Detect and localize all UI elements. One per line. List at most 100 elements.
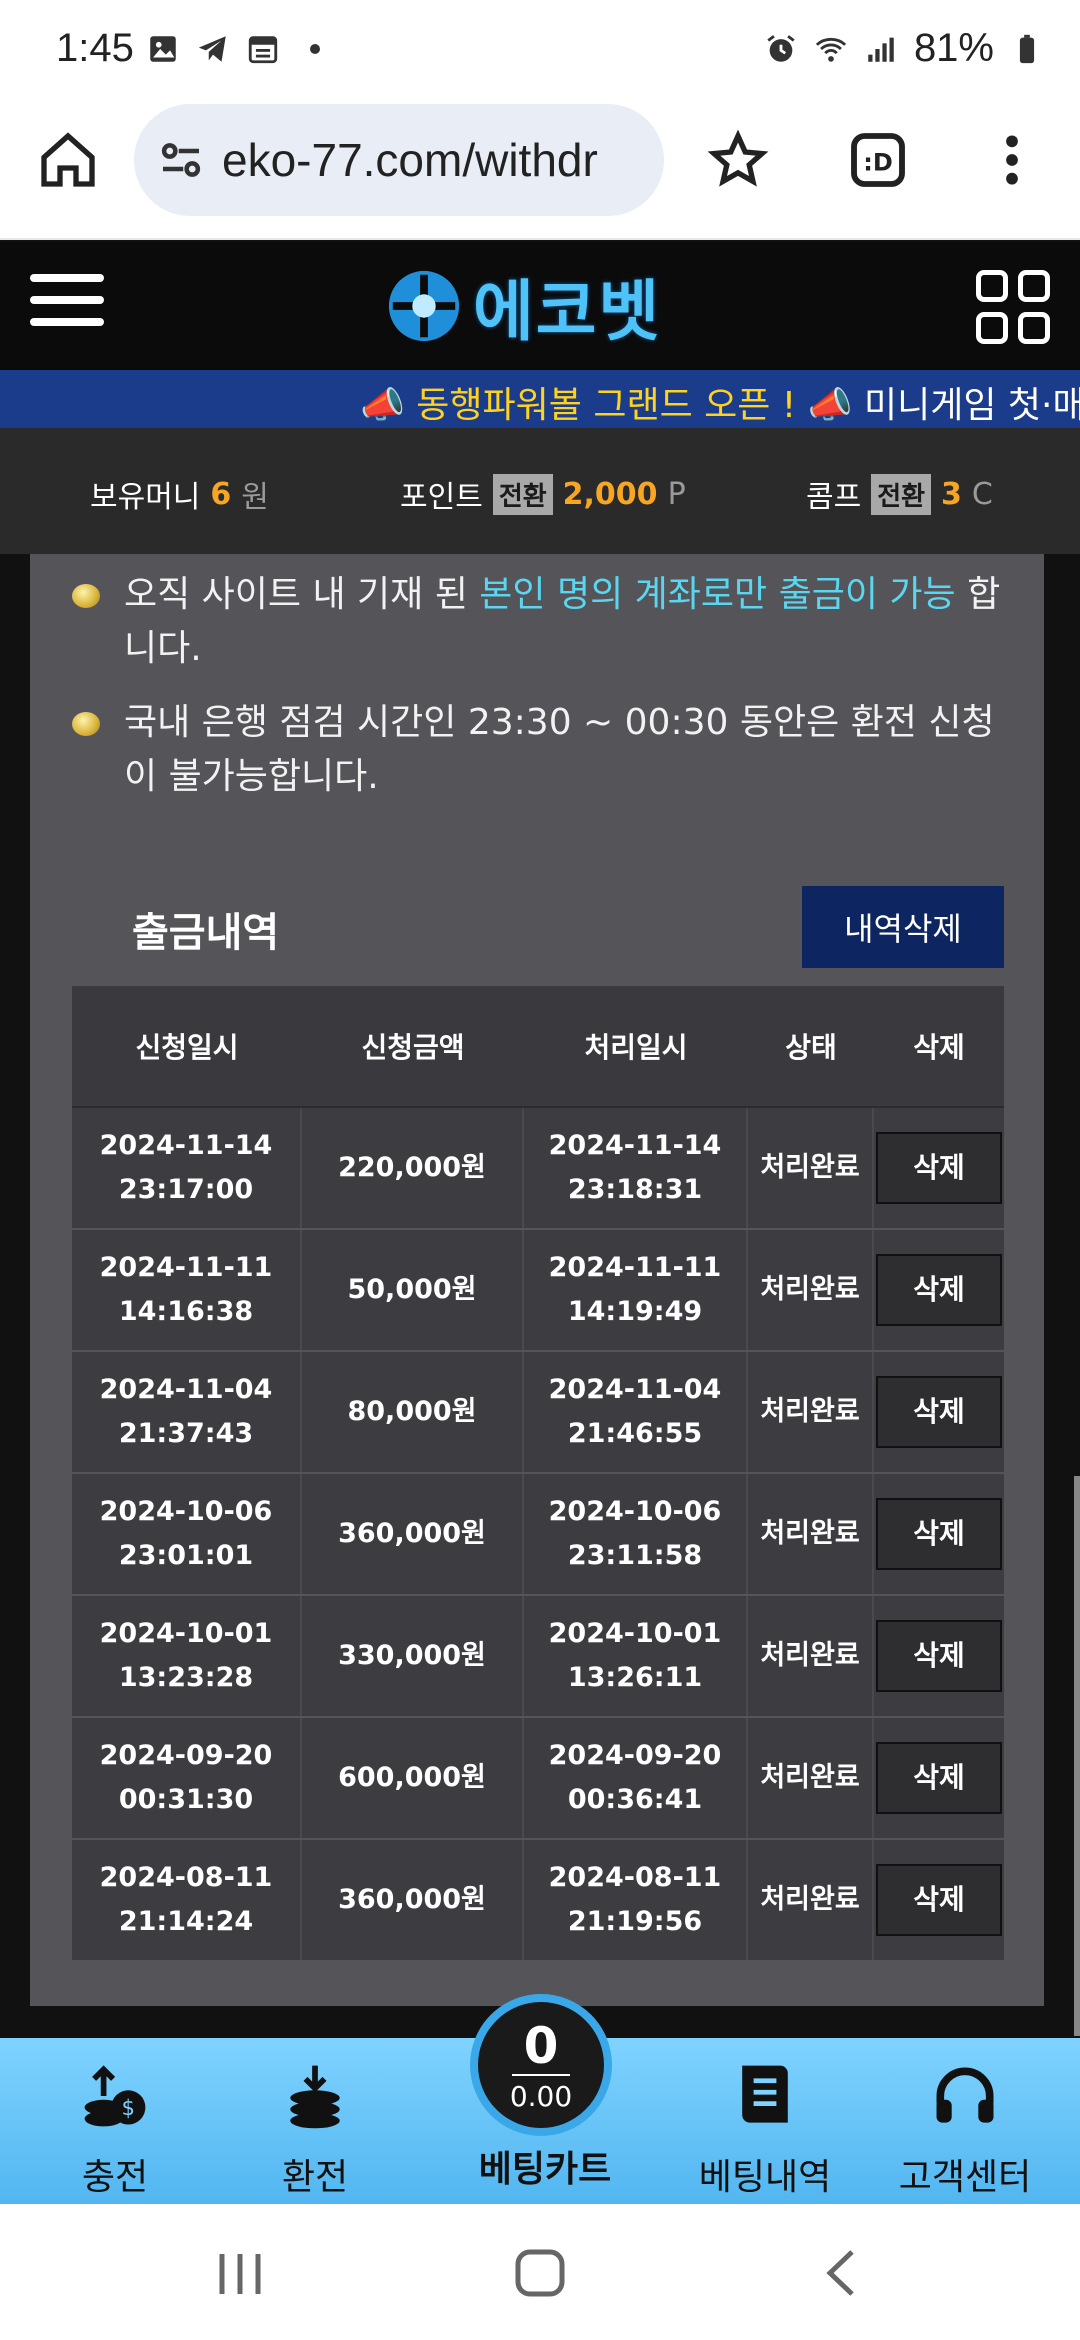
table-row: 2024-10-06 23:01:01 360,000원 2024-10-06 23:1… — [72, 1474, 1004, 1596]
status-text: 처리완료 — [748, 1840, 874, 1960]
telegram-icon — [198, 36, 226, 62]
status-text: 처리완료 — [748, 1352, 874, 1472]
tab-switcher-icon[interactable]: :D — [846, 128, 910, 192]
delete-row-button[interactable]: 삭제 — [876, 1376, 1002, 1448]
balance-bar: 보유머니 6 원 포인트 전환 2,000 P 콤프 전환 3 C — [0, 428, 1080, 554]
delete-row-button[interactable]: 삭제 — [876, 1620, 1002, 1692]
delete-row-button[interactable]: 삭제 — [876, 1742, 1002, 1814]
table-row: 2024-11-04 21:37:43 80,000원 2024-11-04 21:46… — [72, 1352, 1004, 1474]
url-text[interactable]: eko-77.com/withdr — [222, 133, 598, 187]
delete-row-button[interactable]: 삭제 — [876, 1132, 1002, 1204]
delete-all-history-button[interactable]: 내역삭제 — [802, 886, 1004, 968]
nav-withdraw[interactable]: 환전 — [230, 2058, 400, 2200]
nav-support[interactable]: 고객센터 — [880, 2058, 1050, 2200]
alarm-icon — [767, 34, 795, 62]
history-title: 출금내역 — [132, 910, 280, 956]
processed-datetime: 2024-11-14 23:18:31 — [524, 1108, 748, 1228]
request-amount: 360,000원 — [302, 1474, 524, 1594]
bet-cart-count: 0 — [511, 2018, 571, 2076]
notice-ticker: 📣 동행파워볼 그랜드 오픈 ! 📣 미니게임 첫·매충 — [0, 370, 1080, 428]
point-balance: 포인트 전환 2,000 P — [400, 472, 686, 516]
svg-text:$: $ — [122, 2096, 135, 2120]
comp-convert-button[interactable]: 전환 — [871, 473, 932, 515]
home-icon[interactable] — [36, 128, 100, 192]
request-datetime: 2024-10-06 23:01:01 — [72, 1474, 302, 1594]
delete-row-button[interactable]: 삭제 — [876, 1864, 1002, 1936]
recent-apps-icon[interactable] — [210, 2248, 270, 2298]
processed-datetime: 2024-11-04 21:46:55 — [524, 1352, 748, 1472]
table-row: 2024-11-14 23:17:00 220,000원 2024-11-14 23:1… — [72, 1108, 1004, 1230]
battery-icon — [1019, 34, 1035, 63]
home-button-icon[interactable] — [510, 2248, 570, 2298]
request-datetime: 2024-11-04 21:37:43 — [72, 1352, 302, 1472]
request-amount: 330,000원 — [302, 1596, 524, 1716]
table-row: 2024-08-11 21:14:24 360,000원 2024-08-11 21:1… — [72, 1840, 1004, 1962]
request-amount: 220,000원 — [302, 1108, 524, 1228]
comp-balance: 콤프 전환 3 C — [806, 472, 993, 516]
withdraw-history-table: 신청일시 신청금액 처리일시 상태 삭제 2024-11-14 23:17:00 2… — [72, 986, 1004, 1962]
status-text: 처리완료 — [748, 1230, 874, 1350]
nav-deposit[interactable]: $ 충전 — [30, 2058, 200, 2200]
request-amount: 600,000원 — [302, 1718, 524, 1838]
bookmark-star-icon[interactable] — [706, 128, 770, 192]
address-bar[interactable]: eko-77.com/withdr — [134, 104, 664, 216]
back-icon[interactable] — [812, 2248, 872, 2298]
system-navigation-bar — [0, 2204, 1080, 2340]
site-settings-icon[interactable] — [154, 133, 208, 187]
request-amount: 360,000원 — [302, 1840, 524, 1960]
delete-cell: 삭제 — [874, 1840, 1004, 1960]
money-value: 6 — [210, 476, 232, 512]
bet-cart-label[interactable]: 베팅카트 — [470, 2140, 620, 2192]
wifi-icon — [815, 37, 847, 62]
ticker-item: 미니게임 첫·매충 — [863, 385, 1080, 426]
table-row: 2024-10-01 13:23:28 330,000원 2024-10-01 13:2… — [72, 1596, 1004, 1718]
signal-icon — [868, 37, 894, 62]
hamburger-menu-icon[interactable] — [30, 274, 104, 334]
status-text: 처리완료 — [748, 1596, 874, 1716]
dot-icon — [310, 44, 320, 54]
nav-deposit-label: 충전 — [81, 2157, 149, 2198]
delete-cell: 삭제 — [874, 1596, 1004, 1716]
delete-row-button[interactable]: 삭제 — [876, 1254, 1002, 1326]
status-text: 처리완료 — [748, 1474, 874, 1594]
delete-cell: 삭제 — [874, 1352, 1004, 1472]
headset-icon — [936, 2067, 994, 2123]
table-body: 2024-11-14 23:17:00 220,000원 2024-11-14 23:1… — [72, 1108, 1004, 1962]
system-status: 81% — [764, 26, 1044, 71]
page-scrollbar[interactable] — [1074, 1476, 1080, 2036]
coin-bullet-icon — [72, 712, 100, 736]
notice-text: 국내 은행 점검 시간인 23:30 ~ 00:30 동안은 환전 신청이 불가… — [124, 702, 995, 797]
column-header: 처리일시 — [584, 1031, 688, 1064]
point-unit: P — [667, 476, 686, 512]
ticker-item: 동행파워볼 그랜드 오픈 ! — [416, 385, 797, 426]
more-menu-icon[interactable] — [990, 128, 1034, 192]
nav-bet-history[interactable]: 베팅내역 — [680, 2058, 850, 2200]
megaphone-icon: 📣 — [807, 385, 853, 426]
comp-unit: C — [971, 476, 993, 512]
logo-text: 에코벳 — [473, 273, 662, 350]
request-amount: 80,000원 — [302, 1352, 524, 1472]
processed-datetime: 2024-10-06 23:11:58 — [524, 1474, 748, 1594]
column-header: 신청일시 — [135, 1031, 239, 1064]
site-logo[interactable]: 에코벳 — [385, 264, 661, 350]
point-value: 2,000 — [562, 476, 658, 512]
notice-item: 국내 은행 점검 시간인 23:30 ~ 00:30 동안은 환전 신청이 불가… — [72, 696, 1012, 804]
grid-menu-icon[interactable] — [976, 270, 1050, 344]
column-header: 삭제 — [913, 1031, 965, 1064]
money-label: 보유머니 — [90, 480, 201, 515]
bet-cart-button[interactable]: 0 0.00 — [470, 1994, 612, 2136]
svg-text::D: :D — [863, 149, 893, 177]
delete-cell: 삭제 — [874, 1230, 1004, 1350]
delete-row-button[interactable]: 삭제 — [876, 1498, 1002, 1570]
status-text: 처리완료 — [748, 1108, 874, 1228]
status-text: 처리완료 — [748, 1718, 874, 1838]
request-amount: 50,000원 — [302, 1230, 524, 1350]
comp-label: 콤프 — [806, 480, 862, 515]
nav-withdraw-label: 환전 — [281, 2157, 349, 2198]
request-datetime: 2024-09-20 00:31:30 — [72, 1718, 302, 1838]
point-convert-button[interactable]: 전환 — [492, 473, 553, 515]
table-row: 2024-11-11 14:16:38 50,000원 2024-11-11 14:19… — [72, 1230, 1004, 1352]
processed-datetime: 2024-11-11 14:19:49 — [524, 1230, 748, 1350]
status-time: 1:45 — [56, 26, 134, 70]
notice-text: 오직 사이트 내 기재 된 — [124, 574, 480, 615]
